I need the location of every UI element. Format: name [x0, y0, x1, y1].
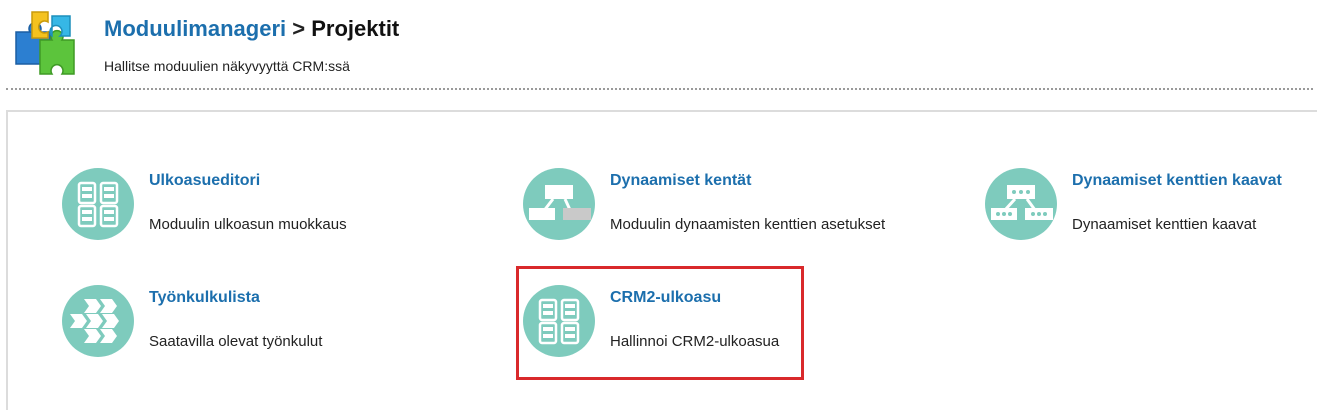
- tile-description: Moduulin dynaamisten kenttien asetukset: [610, 216, 886, 233]
- breadcrumb-current: Projektit: [311, 16, 400, 41]
- layout-grid-icon: [523, 285, 595, 357]
- tile-title[interactable]: Dynaamiset kentät: [610, 172, 751, 190]
- page-title: Moduulimanageri > Projektit: [104, 16, 399, 42]
- tile-crm2-ulkoasu[interactable]: CRM2-ulkoasu Hallinnoi CRM2-ulkoasua: [523, 285, 943, 365]
- puzzle-icon: [15, 11, 75, 75]
- breadcrumb-separator: >: [292, 16, 306, 41]
- page-header: Moduulimanageri > Projektit Hallitse mod…: [0, 0, 1317, 92]
- tile-description: Hallinnoi CRM2-ulkoasua: [610, 333, 780, 350]
- tile-dynaamiset-kentat[interactable]: Dynaamiset kentät Moduulin dynaamisten k…: [523, 168, 943, 248]
- tile-tyonkulkulista[interactable]: Työnkulkulista Saatavilla olevat työnkul…: [62, 285, 482, 365]
- header-divider: [6, 88, 1313, 90]
- tile-dynaamiset-kenttien-kaavat[interactable]: Dynaamiset kenttien kaavat Dynaamiset ke…: [985, 168, 1317, 248]
- module-tools-panel: Ulkoasueditori Moduulin ulkoasun muokkau…: [6, 110, 1317, 410]
- tile-title[interactable]: CRM2-ulkoasu: [610, 289, 721, 307]
- tile-description: Dynaamiset kenttien kaavat: [1072, 216, 1257, 233]
- page-subtitle: Hallitse moduulien näkyvyyttä CRM:ssä: [104, 58, 350, 74]
- tile-title[interactable]: Työnkulkulista: [149, 289, 260, 307]
- tile-description: Moduulin ulkoasun muokkaus: [149, 216, 347, 233]
- dynamic-fields-icon: [523, 168, 595, 240]
- tile-title[interactable]: Dynaamiset kenttien kaavat: [1072, 172, 1282, 190]
- tile-description: Saatavilla olevat työnkulut: [149, 333, 323, 350]
- breadcrumb-link-moduulimanageri[interactable]: Moduulimanageri: [104, 16, 286, 41]
- tile-title[interactable]: Ulkoasueditori: [149, 172, 260, 190]
- workflow-arrows-icon: [62, 285, 134, 357]
- formula-fields-icon: [985, 168, 1057, 240]
- tile-ulkoasueditori[interactable]: Ulkoasueditori Moduulin ulkoasun muokkau…: [62, 168, 482, 248]
- layout-grid-icon: [62, 168, 134, 240]
